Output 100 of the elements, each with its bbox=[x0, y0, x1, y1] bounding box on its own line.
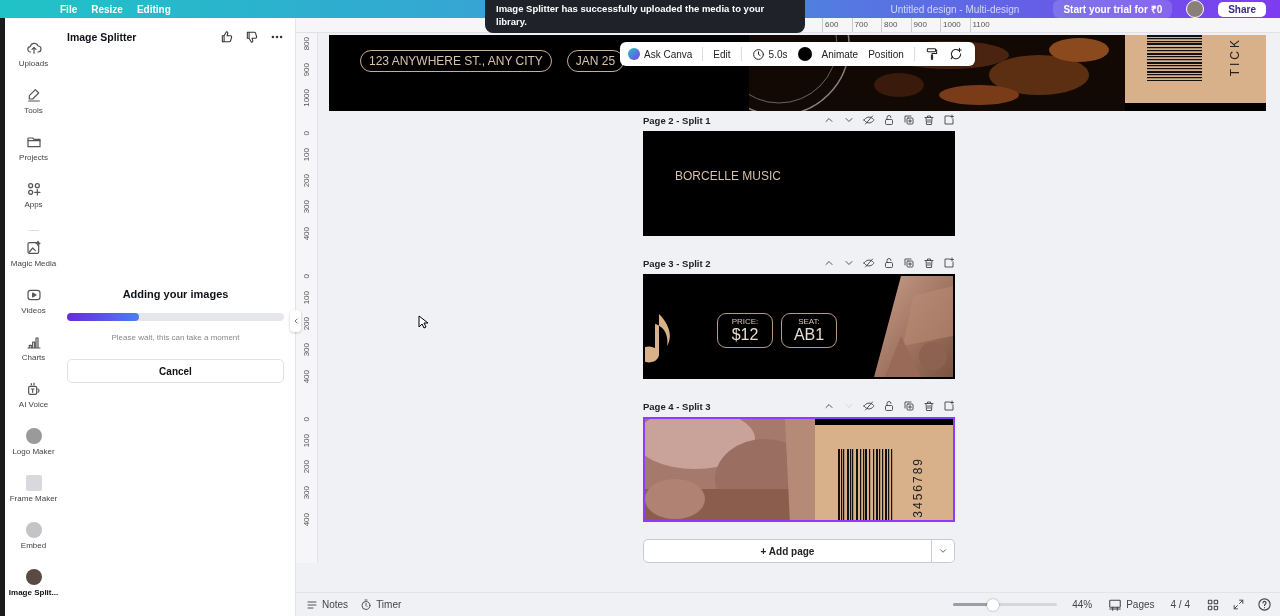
notes-button[interactable]: Notes bbox=[306, 598, 349, 611]
duplicate-icon[interactable] bbox=[903, 257, 915, 269]
share-button[interactable]: Share bbox=[1218, 1, 1266, 17]
ruler-label: 0 bbox=[302, 274, 311, 279]
chevron-down-icon bbox=[938, 546, 948, 556]
ruler-label: 100 bbox=[302, 434, 311, 448]
ruler-label: 1000 bbox=[302, 89, 311, 107]
brand-text: BORCELLE MUSIC bbox=[675, 169, 782, 183]
rail-item[interactable]: Apps bbox=[24, 200, 43, 210]
animate-button[interactable]: Animate bbox=[821, 48, 859, 60]
page-count: 4 / 4 bbox=[1170, 599, 1190, 610]
folder-icon bbox=[25, 134, 42, 150]
ruler-label: 400 bbox=[302, 369, 311, 383]
zoom-slider-thumb[interactable] bbox=[986, 598, 999, 611]
trash-icon[interactable] bbox=[923, 257, 935, 269]
unlock-icon[interactable] bbox=[883, 400, 895, 412]
edit-button[interactable]: Edit bbox=[713, 48, 731, 60]
timer-icon bbox=[360, 598, 373, 611]
price-tag: PRICE: $12 bbox=[717, 313, 773, 348]
ruler-label: 1000 bbox=[940, 18, 970, 32]
ruler-label: 300 bbox=[302, 486, 311, 500]
add-page-icon[interactable] bbox=[943, 114, 955, 126]
rail-item[interactable]: Embed bbox=[20, 541, 47, 551]
rail-item[interactable]: Image Split... bbox=[8, 588, 59, 598]
rail-item[interactable]: Magic Media bbox=[10, 259, 57, 269]
voice-icon bbox=[25, 381, 42, 397]
seat-tag: SEAT: AB1 bbox=[781, 313, 837, 348]
ruler-label: 200 bbox=[302, 460, 311, 474]
zoom-level[interactable]: 44% bbox=[1072, 599, 1093, 610]
serial-number: 3456789 bbox=[911, 457, 925, 518]
clock-icon bbox=[751, 47, 765, 61]
duplicate-icon[interactable] bbox=[903, 114, 915, 126]
ticket-text: TICK bbox=[1228, 37, 1242, 77]
ruler-label: 400 bbox=[302, 512, 311, 526]
ruler-label: 300 bbox=[302, 200, 311, 214]
pages-icon bbox=[1108, 597, 1123, 612]
app-icon bbox=[25, 522, 42, 538]
play-icon bbox=[25, 287, 42, 303]
barcode-icon bbox=[838, 449, 894, 520]
avatar-icon bbox=[25, 569, 42, 585]
ruler-label: 800 bbox=[881, 18, 911, 32]
ruler-label: 0 bbox=[302, 417, 311, 422]
design-page[interactable]: 3456789 bbox=[643, 417, 955, 522]
rail-item[interactable]: Uploads bbox=[18, 59, 49, 69]
design-page[interactable]: BORCELLE MUSIC bbox=[643, 131, 955, 236]
notes-icon bbox=[306, 598, 318, 611]
rail-item[interactable]: Tools bbox=[24, 106, 43, 116]
magic-image-icon bbox=[25, 240, 42, 256]
ruler-label: 100 bbox=[302, 148, 311, 162]
add-page-icon[interactable] bbox=[943, 257, 955, 269]
collapse-handle[interactable] bbox=[290, 310, 301, 332]
wait-message: Please wait, this can take a moment bbox=[110, 333, 241, 342]
pen-icon bbox=[25, 87, 42, 103]
ruler-label: 1100 bbox=[969, 18, 999, 32]
cloud-upload-icon bbox=[25, 40, 42, 56]
unlock-icon[interactable] bbox=[883, 114, 895, 126]
ruler-label: 100 bbox=[302, 291, 311, 305]
eye-off-icon[interactable] bbox=[863, 400, 875, 412]
app-icon bbox=[25, 428, 42, 444]
page-title[interactable]: Page 2 - Split 1 bbox=[643, 114, 711, 126]
page-title[interactable]: Page 3 - Split 2 bbox=[643, 257, 711, 269]
ruler-label: 200 bbox=[302, 317, 311, 331]
rail-item[interactable]: AI Voice bbox=[18, 400, 49, 410]
cursor-icon bbox=[418, 315, 428, 329]
rail-item[interactable]: Charts bbox=[21, 353, 46, 363]
trial-button[interactable]: Start your trial for ₹0 bbox=[1053, 0, 1173, 18]
trash-icon[interactable] bbox=[923, 400, 935, 412]
ruler-label: 200 bbox=[302, 174, 311, 188]
panel-title: Image Splitter bbox=[67, 31, 137, 43]
timer-button[interactable]: Timer bbox=[360, 598, 402, 611]
ruler-label: 300 bbox=[302, 343, 311, 357]
cancel-button[interactable]: Cancel bbox=[67, 359, 284, 383]
chart-icon bbox=[25, 334, 42, 350]
unlock-icon[interactable] bbox=[883, 257, 895, 269]
design-page[interactable]: PRICE: $12 SEAT: AB1 bbox=[643, 274, 955, 379]
avatar-icon[interactable] bbox=[1186, 0, 1205, 18]
eye-off-icon[interactable] bbox=[863, 114, 875, 126]
duration-button[interactable]: 5.0s bbox=[751, 47, 788, 61]
barcode-icon bbox=[1147, 35, 1202, 81]
toast-message: Image Splitter has successfully uploaded the media to your library. bbox=[485, 0, 805, 33]
duplicate-icon[interactable] bbox=[903, 400, 915, 412]
position-button[interactable]: Position bbox=[868, 48, 904, 60]
color-swatch[interactable] bbox=[797, 47, 812, 61]
ask-canva-button[interactable]: Ask Canva bbox=[628, 48, 693, 60]
ruler-label: 900 bbox=[302, 63, 311, 77]
rail-item[interactable]: Logo Maker bbox=[12, 447, 55, 457]
rail-item[interactable]: Frame Maker bbox=[9, 494, 58, 504]
eye-off-icon[interactable] bbox=[863, 257, 875, 269]
add-page-icon[interactable] bbox=[943, 400, 955, 412]
trash-icon[interactable] bbox=[923, 114, 935, 126]
ruler-label: 800 bbox=[302, 37, 311, 51]
apps-icon bbox=[25, 181, 42, 197]
rail-item[interactable]: Videos bbox=[21, 306, 46, 316]
status-title: Adding your images bbox=[121, 288, 230, 300]
pages-button[interactable]: Pages bbox=[1108, 597, 1155, 612]
page-title[interactable]: Page 4 - Split 3 bbox=[643, 400, 711, 412]
ruler-label: 400 bbox=[302, 226, 311, 240]
add-page-button[interactable]: + Add page bbox=[643, 539, 932, 563]
ruler-label: 0 bbox=[302, 131, 311, 136]
rail-item[interactable]: Projects bbox=[19, 153, 48, 163]
